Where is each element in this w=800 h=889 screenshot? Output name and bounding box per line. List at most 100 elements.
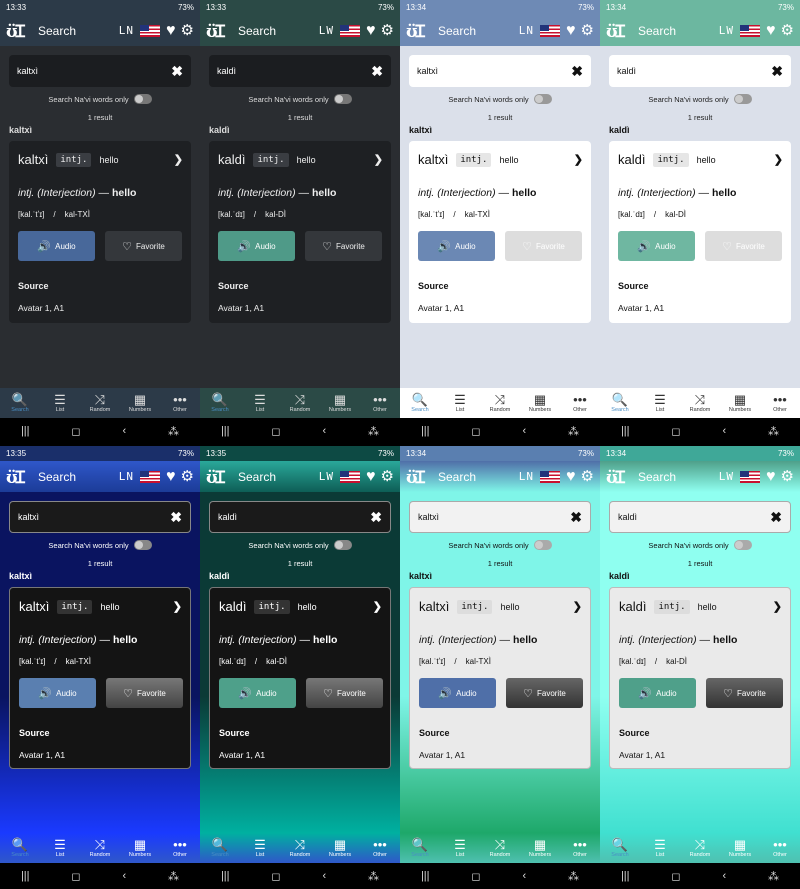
- close-icon[interactable]: ✖: [170, 509, 182, 526]
- search-input[interactable]: kaltxì ✖: [9, 501, 191, 533]
- audio-button[interactable]: 🔊 Audio: [618, 231, 695, 261]
- recents-button[interactable]: |||: [421, 425, 430, 437]
- search-input-value[interactable]: kaltxì: [17, 66, 38, 76]
- gear-icon[interactable]: ⚙: [181, 469, 194, 484]
- heart-icon[interactable]: ♥: [566, 22, 576, 39]
- accessibility-button[interactable]: ⁂: [768, 870, 779, 883]
- recents-button[interactable]: |||: [21, 425, 30, 437]
- search-input-value[interactable]: kaltxì: [18, 512, 39, 522]
- navi-only-toggle[interactable]: [733, 94, 752, 104]
- us-flag-icon[interactable]: [340, 24, 361, 37]
- language-toggle-button[interactable]: LW: [319, 470, 334, 483]
- card-header[interactable]: kaldì intj. hello ❯: [219, 599, 382, 614]
- accessibility-button[interactable]: ⁂: [368, 870, 379, 883]
- recents-button[interactable]: |||: [21, 870, 30, 882]
- tab-search[interactable]: 🔍 Search: [600, 393, 640, 414]
- search-input[interactable]: kaldì ✖: [209, 501, 391, 533]
- tab-search[interactable]: 🔍 Search: [400, 838, 440, 859]
- navi-only-toggle[interactable]: [533, 540, 552, 550]
- home-button[interactable]: ◻: [471, 870, 480, 883]
- heart-icon[interactable]: ♥: [766, 22, 776, 39]
- chevron-down-icon[interactable]: ❯: [173, 600, 182, 613]
- tab-numbers[interactable]: ▦ Numbers: [720, 838, 760, 859]
- back-button[interactable]: ‹: [522, 425, 526, 437]
- favorite-button[interactable]: ♡ Favorite: [705, 231, 782, 261]
- tab-other[interactable]: ••• Other: [160, 838, 200, 859]
- favorite-button[interactable]: ♡ Favorite: [305, 231, 382, 261]
- accessibility-button[interactable]: ⁂: [568, 425, 579, 438]
- gear-icon[interactable]: ⚙: [781, 23, 794, 38]
- chevron-down-icon[interactable]: ❯: [574, 153, 583, 166]
- chevron-down-icon[interactable]: ❯: [774, 153, 783, 166]
- audio-button[interactable]: 🔊 Audio: [19, 678, 96, 708]
- tab-list[interactable]: ☰ List: [640, 393, 680, 414]
- tab-other[interactable]: ••• Other: [360, 393, 400, 414]
- tab-random[interactable]: ⤨ Random: [80, 838, 120, 859]
- tab-other[interactable]: ••• Other: [560, 838, 600, 859]
- navi-only-toggle[interactable]: [733, 540, 752, 550]
- us-flag-icon[interactable]: [140, 24, 161, 37]
- chevron-down-icon[interactable]: ❯: [374, 153, 383, 166]
- search-input[interactable]: kaldì ✖: [209, 55, 391, 87]
- audio-button[interactable]: 🔊 Audio: [419, 678, 496, 708]
- tab-numbers[interactable]: ▦ Numbers: [120, 393, 160, 414]
- favorite-button[interactable]: ♡ Favorite: [105, 231, 182, 261]
- tab-other[interactable]: ••• Other: [160, 393, 200, 414]
- chevron-down-icon[interactable]: ❯: [573, 600, 582, 613]
- tab-list[interactable]: ☰ List: [40, 393, 80, 414]
- back-button[interactable]: ‹: [122, 425, 126, 437]
- card-header[interactable]: kaltxì intj. hello ❯: [418, 152, 583, 167]
- tab-search[interactable]: 🔍 Search: [600, 838, 640, 859]
- language-toggle-button[interactable]: LN: [519, 470, 534, 483]
- recents-button[interactable]: |||: [621, 870, 630, 882]
- card-header[interactable]: kaldì intj. hello ❯: [218, 152, 383, 167]
- us-flag-icon[interactable]: [540, 470, 561, 483]
- recents-button[interactable]: |||: [221, 425, 230, 437]
- audio-button[interactable]: 🔊 Audio: [218, 231, 295, 261]
- back-button[interactable]: ‹: [722, 425, 726, 437]
- tab-list[interactable]: ☰ List: [240, 393, 280, 414]
- accessibility-button[interactable]: ⁂: [168, 425, 179, 438]
- tab-search[interactable]: 🔍 Search: [200, 393, 240, 414]
- favorite-button[interactable]: ♡ Favorite: [706, 678, 783, 708]
- us-flag-icon[interactable]: [540, 24, 561, 37]
- accessibility-button[interactable]: ⁂: [368, 425, 379, 438]
- heart-icon[interactable]: ♥: [766, 468, 776, 485]
- search-input-value[interactable]: kaldì: [618, 512, 637, 522]
- search-input[interactable]: kaldì ✖: [609, 55, 791, 87]
- recents-button[interactable]: |||: [621, 425, 630, 437]
- heart-icon[interactable]: ♥: [366, 22, 376, 39]
- accessibility-button[interactable]: ⁂: [568, 870, 579, 883]
- tab-random[interactable]: ⤨ Random: [280, 393, 320, 414]
- favorite-button[interactable]: ♡ Favorite: [506, 678, 583, 708]
- tab-numbers[interactable]: ▦ Numbers: [520, 393, 560, 414]
- gear-icon[interactable]: ⚙: [181, 23, 194, 38]
- language-toggle-button[interactable]: LN: [519, 24, 534, 37]
- close-icon[interactable]: ✖: [371, 63, 383, 80]
- tab-numbers[interactable]: ▦ Numbers: [320, 838, 360, 859]
- heart-icon[interactable]: ♥: [366, 468, 376, 485]
- close-icon[interactable]: ✖: [370, 509, 382, 526]
- close-icon[interactable]: ✖: [571, 63, 583, 80]
- tab-random[interactable]: ⤨ Random: [680, 838, 720, 859]
- card-header[interactable]: kaldì intj. hello ❯: [618, 152, 783, 167]
- tab-list[interactable]: ☰ List: [440, 393, 480, 414]
- card-header[interactable]: kaltxì intj. hello ❯: [419, 599, 582, 614]
- tab-random[interactable]: ⤨ Random: [480, 393, 520, 414]
- chevron-down-icon[interactable]: ❯: [773, 600, 782, 613]
- audio-button[interactable]: 🔊 Audio: [418, 231, 495, 261]
- accessibility-button[interactable]: ⁂: [168, 870, 179, 883]
- back-button[interactable]: ‹: [122, 870, 126, 882]
- accessibility-button[interactable]: ⁂: [768, 425, 779, 438]
- tab-numbers[interactable]: ▦ Numbers: [120, 838, 160, 859]
- tab-search[interactable]: 🔍 Search: [200, 838, 240, 859]
- navi-only-toggle[interactable]: [333, 540, 352, 550]
- gear-icon[interactable]: ⚙: [581, 469, 594, 484]
- search-input-value[interactable]: kaltxì: [418, 512, 439, 522]
- tab-other[interactable]: ••• Other: [760, 838, 800, 859]
- search-input[interactable]: kaldì ✖: [609, 501, 791, 533]
- language-toggle-button[interactable]: LW: [719, 470, 734, 483]
- close-icon[interactable]: ✖: [570, 509, 582, 526]
- tab-search[interactable]: 🔍 Search: [400, 393, 440, 414]
- home-button[interactable]: ◻: [71, 425, 80, 438]
